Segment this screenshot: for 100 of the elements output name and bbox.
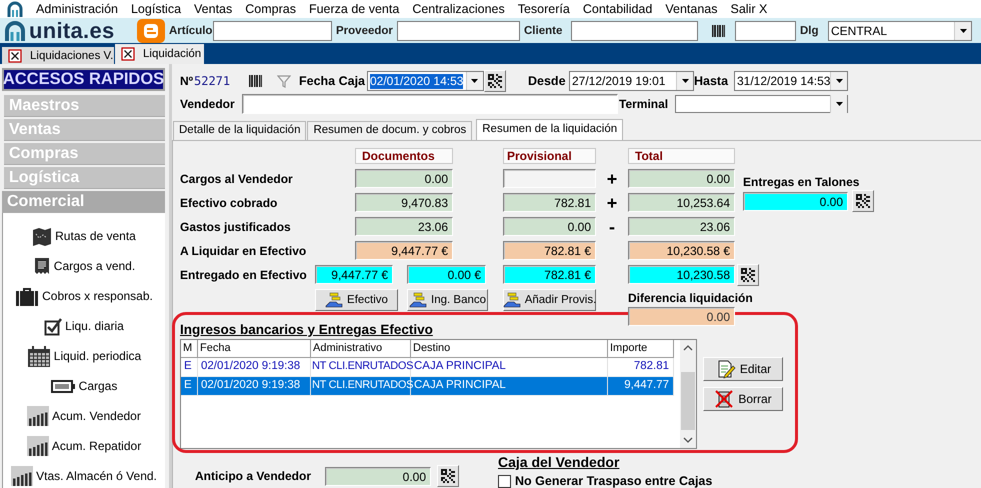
value-field[interactable]: 23.06	[355, 217, 453, 236]
value-field[interactable]: 9,447.77 €	[355, 241, 453, 260]
scroll-thumb[interactable]	[681, 372, 695, 430]
table-cell: 02/01/2020 9:19:38	[198, 377, 311, 396]
date-combo[interactable]: 02/01/2020 14:53	[367, 71, 484, 91]
menu-item[interactable]: Tesorería	[518, 1, 570, 17]
input-field[interactable]	[397, 21, 520, 41]
tab[interactable]: Resumen de docum. y cobros	[307, 121, 472, 140]
document-tab[interactable]: Liquidaciones V.	[2, 47, 114, 64]
value-field[interactable]: 23.06	[628, 217, 735, 236]
checkbox-label: No Generar Traspaso entre Cajas	[515, 474, 712, 488]
value-field[interactable]: 0.00	[325, 466, 432, 486]
money-icon	[409, 292, 428, 308]
menu-item[interactable]: Fuerza de venta	[308, 1, 400, 17]
tab[interactable]: Resumen de la liquidación	[476, 119, 624, 140]
operator-sign: +	[606, 194, 618, 212]
menu-item[interactable]: Centralizaciones	[412, 1, 505, 17]
scroll-up-icon[interactable]	[682, 344, 694, 352]
document-tab[interactable]: Liquidación	[115, 44, 204, 64]
checkbox-icon	[44, 316, 62, 336]
section-title: Ingresos bancarios y Entregas Efectivo	[180, 322, 434, 337]
field-label: Entregas en Talones	[743, 175, 860, 189]
logo-icon	[3, 19, 27, 43]
action-button[interactable]: Añadir Provis.	[503, 289, 596, 311]
value-field[interactable]: 9,447.77 €	[315, 265, 393, 284]
logo-icon	[6, 0, 24, 18]
sidebar-item[interactable]: Vtas. Almacén ó Vend.	[3, 461, 165, 488]
field-label: Terminal	[618, 97, 670, 111]
vendedor-field[interactable]	[242, 94, 618, 114]
sidebar-item[interactable]: Liqu. diaria	[3, 311, 165, 341]
blog-icon[interactable]	[136, 18, 166, 44]
menu-item[interactable]: Salir X	[730, 1, 768, 17]
battery-icon	[50, 380, 76, 392]
value-field[interactable]: 782.81	[503, 193, 596, 212]
close-icon[interactable]	[121, 47, 135, 61]
tab[interactable]: Detalle de la liquidación	[173, 121, 306, 140]
edit-button[interactable]: Editar	[703, 357, 783, 381]
column-header[interactable]: M	[181, 340, 198, 358]
qr-code-button[interactable]	[737, 264, 759, 286]
action-button[interactable]: Ing. Banco	[407, 289, 488, 311]
value-field[interactable]: 0.00	[628, 169, 735, 188]
qr-code-button[interactable]	[484, 70, 506, 92]
value-field[interactable]	[503, 169, 596, 188]
dlg-select[interactable]: CENTRAL	[828, 21, 972, 41]
barcode-field[interactable]	[735, 21, 796, 41]
menu-item[interactable]: Contabilidad	[582, 1, 652, 17]
section-title: Caja del Vendedor	[498, 455, 620, 470]
action-button[interactable]: Efectivo	[315, 289, 398, 311]
value-field[interactable]: 9,470.83	[355, 193, 453, 212]
date-combo[interactable]: 31/12/2019 14:53	[734, 71, 848, 91]
row-label: Gastos justificados	[180, 220, 292, 234]
value-field[interactable]: 0.00	[743, 192, 848, 210]
input-field[interactable]	[213, 21, 332, 41]
sidebar-item[interactable]: Acum. Repatidor	[3, 431, 165, 461]
sidebar-item[interactable]: Liquid. periodica	[3, 341, 165, 371]
value-field[interactable]: 0.00	[628, 307, 735, 326]
checkbox[interactable]	[498, 474, 512, 488]
column-header[interactable]: Administrativo	[311, 340, 411, 358]
input-field[interactable]	[571, 21, 698, 41]
field-label: Diferencia liquidación	[628, 291, 754, 305]
table-cell: E	[181, 377, 198, 396]
column-header[interactable]: Importe	[608, 340, 674, 358]
close-icon[interactable]	[8, 48, 22, 62]
menu-item[interactable]: Logística	[130, 1, 182, 17]
field-label: Desde	[528, 74, 567, 88]
value-field[interactable]: 10,230.58	[628, 265, 735, 284]
terminal-combo[interactable]	[675, 95, 848, 113]
column-header[interactable]: Fecha	[198, 340, 311, 358]
menu-item[interactable]: Ventanas	[665, 1, 718, 17]
column-header[interactable]: Destino	[411, 340, 608, 358]
delete-button[interactable]: Borrar	[703, 387, 783, 411]
operator-sign: -	[608, 218, 616, 236]
value-field[interactable]: 0.00	[355, 169, 453, 188]
row-label: Cargos al Vendedor	[180, 172, 294, 186]
menu-item[interactable]: Administración	[36, 1, 118, 17]
sidebar-item[interactable]: Cargos a vend.	[3, 251, 165, 281]
dropdown-arrow-icon	[834, 78, 844, 84]
value-field[interactable]: 0.00	[503, 217, 596, 236]
menu-item[interactable]: Compras	[245, 1, 296, 17]
value-field[interactable]: 782.81 €	[503, 265, 596, 284]
value-field[interactable]: 10,253.64	[628, 193, 735, 212]
sidebar-item[interactable]: Rutas de venta	[3, 221, 165, 251]
document-number: 52271	[193, 74, 232, 88]
menu-item[interactable]: Ventas	[194, 1, 232, 17]
value-field[interactable]: 10,230.58 €	[628, 241, 735, 260]
qr-code-button[interactable]	[437, 465, 460, 487]
date-combo[interactable]: 27/12/2019 19:01	[569, 71, 694, 91]
qr-code-button[interactable]	[852, 190, 874, 212]
value-field[interactable]: 0.00 €	[407, 265, 486, 284]
operator-sign: +	[606, 170, 618, 188]
sidebar-item[interactable]: Acum. Vendedor	[3, 401, 165, 431]
sidebar-item[interactable]: Cargas	[3, 371, 165, 401]
field-label: Vendedor	[180, 97, 236, 111]
scrollbar[interactable]	[680, 340, 696, 448]
value-field[interactable]: 782.81 €	[503, 241, 596, 260]
table-cell: 9,447.77	[608, 377, 674, 396]
scroll-down-icon[interactable]	[682, 436, 694, 444]
row-label: Entregado en Efectivo	[180, 268, 308, 282]
column-header: Documentos	[355, 148, 453, 164]
sidebar-item[interactable]: Cobros x responsab.	[3, 281, 165, 311]
